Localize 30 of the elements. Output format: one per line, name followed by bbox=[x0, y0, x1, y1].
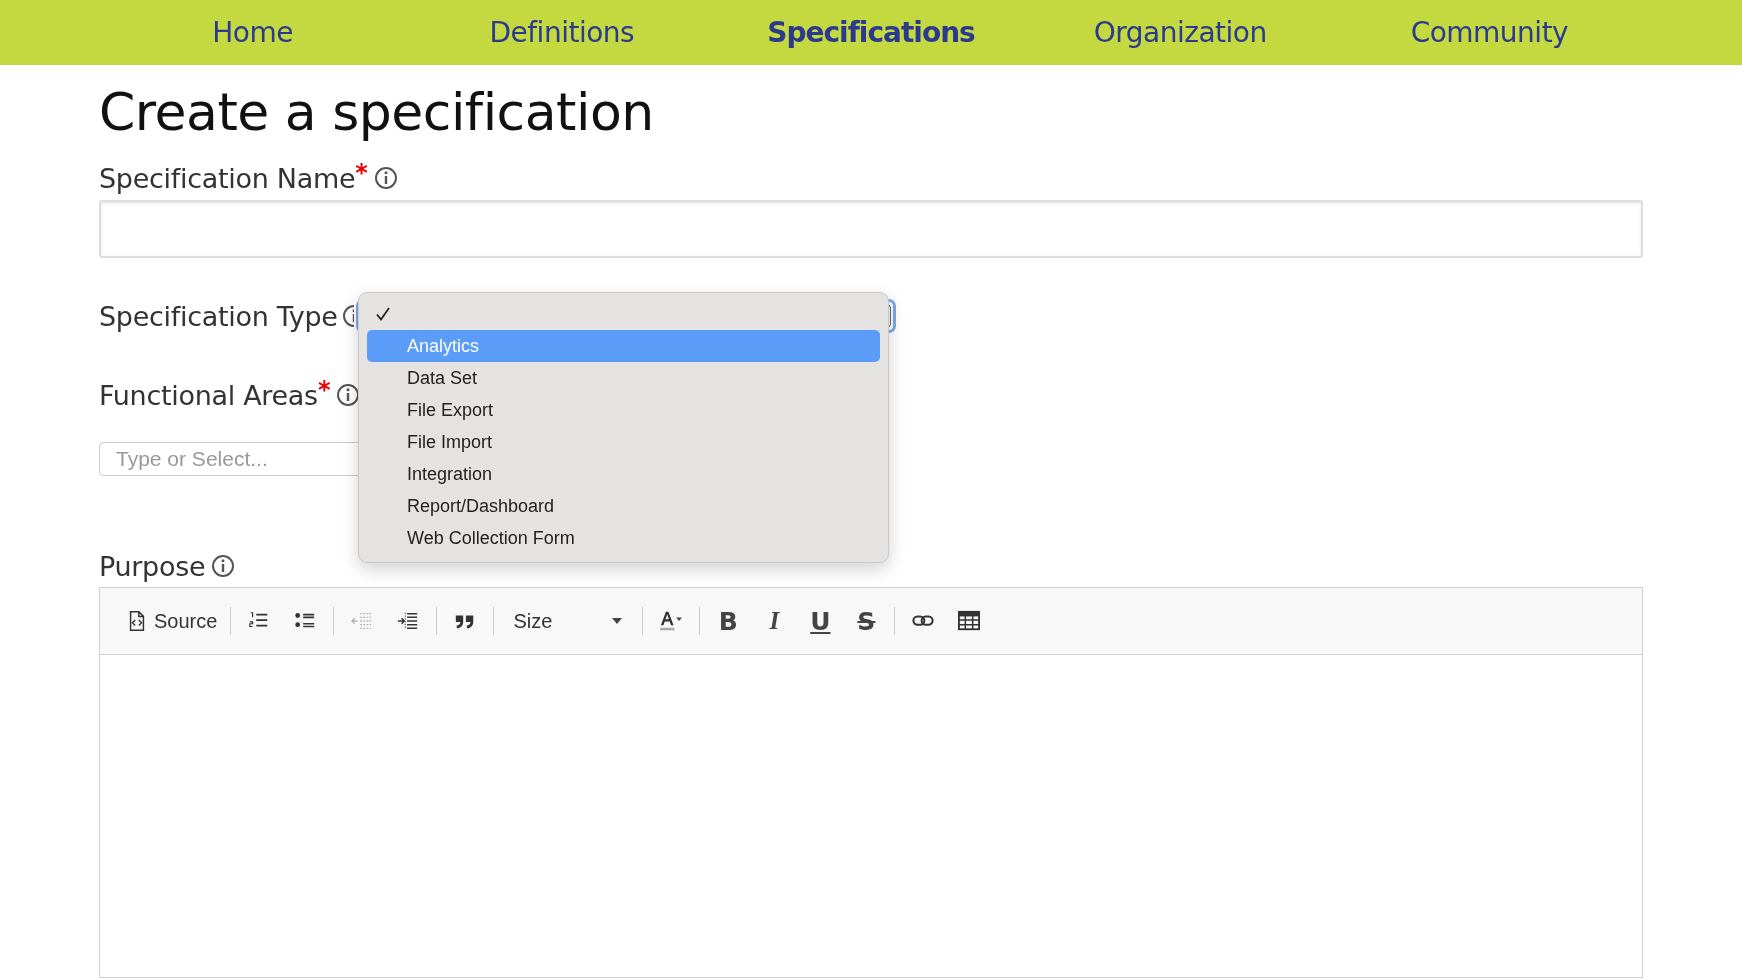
dropdown-option[interactable]: Web Collection Form bbox=[367, 522, 880, 554]
field-label: Purpose bbox=[99, 550, 206, 582]
text-field[interactable] bbox=[99, 200, 1643, 258]
dropdown-option[interactable]: Data Set bbox=[367, 362, 880, 394]
required-mark: * bbox=[317, 376, 331, 404]
indent-icon bbox=[397, 610, 420, 632]
size-dropdown[interactable]: Size bbox=[503, 602, 634, 640]
bold-button[interactable]: B bbox=[709, 602, 748, 640]
nav-link[interactable]: Specifications bbox=[716, 0, 1026, 65]
info-icon bbox=[211, 554, 236, 578]
info-icon bbox=[373, 166, 398, 190]
field-label: Specification Type bbox=[99, 300, 338, 332]
nav-link[interactable]: Organization bbox=[1025, 0, 1335, 65]
info-icon bbox=[341, 304, 354, 328]
strike-button[interactable]: S bbox=[847, 602, 886, 640]
field-label: Functional Areas bbox=[99, 379, 318, 411]
required-mark: * bbox=[355, 159, 368, 187]
info-icon bbox=[336, 383, 361, 407]
field-label: Specification Name bbox=[99, 162, 356, 194]
italic-button[interactable]: I bbox=[755, 602, 794, 640]
nav-link[interactable]: Home bbox=[98, 0, 408, 65]
caret-icon bbox=[611, 617, 624, 625]
dropdown-option[interactable]: File Export bbox=[367, 394, 880, 426]
table-icon bbox=[958, 610, 981, 632]
page-title: Create a specification bbox=[99, 81, 655, 143]
source-button[interactable]: Source bbox=[122, 602, 222, 640]
nav-link[interactable]: Community bbox=[1334, 0, 1644, 65]
dropdown-option[interactable]: Report/Dashboard bbox=[367, 490, 880, 522]
nav-link[interactable]: Definitions bbox=[407, 0, 717, 65]
underline-button[interactable]: U bbox=[801, 602, 840, 640]
